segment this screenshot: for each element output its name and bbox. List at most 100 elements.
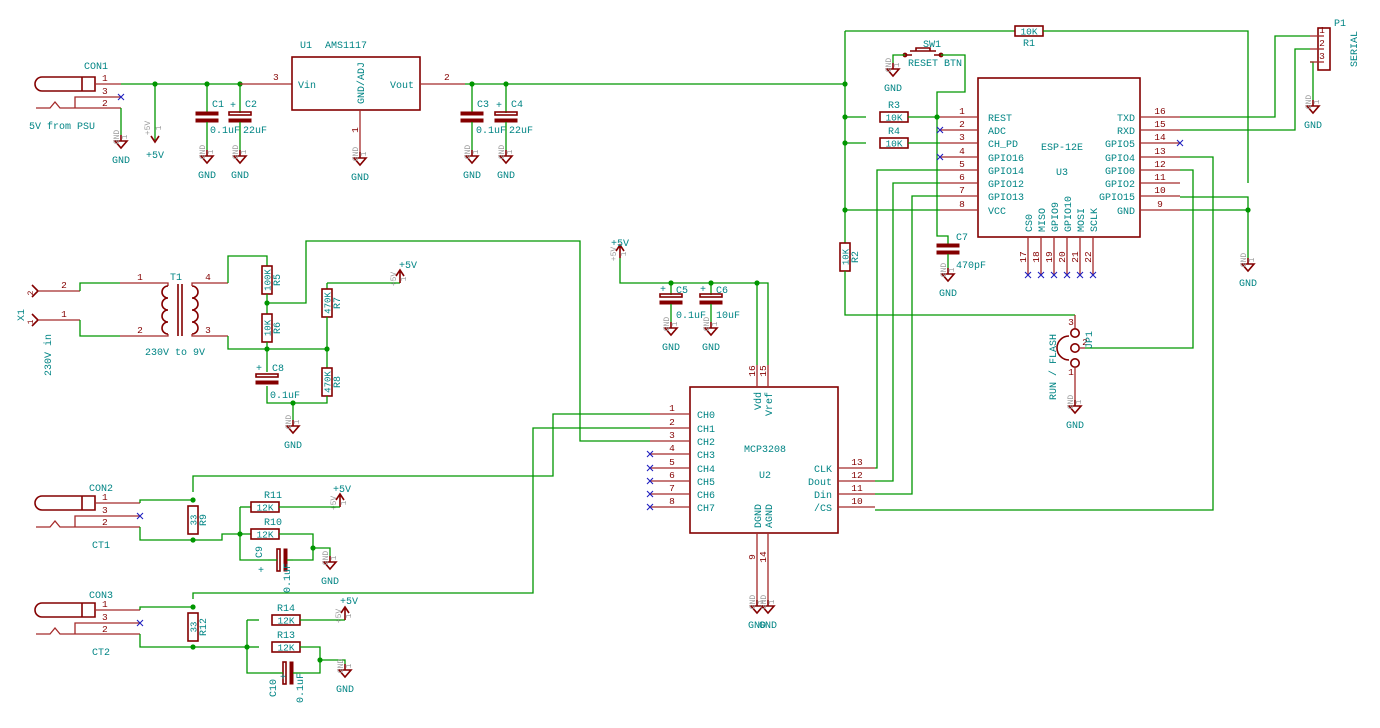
ground-pin-number: 1 xyxy=(293,419,302,424)
label-CON2-value: CT1 xyxy=(92,541,110,552)
label-C3-value: 0.1uF xyxy=(476,126,506,137)
label-U2-top_pins-0-num: 16 xyxy=(747,365,758,377)
label-U2-left_pins-7-num: 8 xyxy=(669,496,675,507)
label-U3-right_pins-6-num: 10 xyxy=(1154,185,1166,196)
wire xyxy=(1180,48,1310,131)
resistor-value: 12K xyxy=(256,503,273,514)
capacitor-plate xyxy=(699,300,723,305)
label-U2-right_pins-3-num: 10 xyxy=(851,496,863,507)
ground-label: GND xyxy=(284,441,302,452)
wire xyxy=(193,533,240,541)
label-U3-bottom_pins-2-name: GPIO9 xyxy=(1051,202,1062,232)
label-U2-bottom_pins-1-num: 14 xyxy=(758,551,769,563)
pin-line xyxy=(74,96,121,108)
pin-line xyxy=(120,282,169,286)
label-U3-right_pins-7-num: 9 xyxy=(1157,199,1163,210)
pin-line xyxy=(191,282,228,286)
resistor-ref: R6 xyxy=(273,322,284,334)
resistor-value: 33 xyxy=(190,515,200,526)
label-U1-ref: U1 xyxy=(300,41,312,52)
label-U1-pin_names-2: Vout xyxy=(390,81,414,92)
label-U2-left_pins-5-name: CH5 xyxy=(697,478,715,489)
label-U3-left_pins-5-num: 6 xyxy=(959,172,965,183)
ground-pin-number: 1 xyxy=(893,62,902,67)
resistor-ref: R13 xyxy=(277,631,295,642)
label-JP1-ref: JP1 xyxy=(1085,331,1096,349)
label-U3-left_pins-2-num: 3 xyxy=(959,132,965,143)
label-CON2-pins-1: 3 xyxy=(102,505,108,516)
label-X1-pins-0: 2 xyxy=(27,290,36,295)
label-U3-right_pins-0-num: 16 xyxy=(1154,106,1166,117)
label-U2-left_pins-0-num: 1 xyxy=(669,403,675,414)
label-C8-polarity: + xyxy=(256,364,262,375)
label-U2-bottom_pins-1-name: AGND xyxy=(765,504,776,528)
label-U3-left_pins-2-name: CH_PD xyxy=(988,140,1018,151)
resistor-ref: R1 xyxy=(1023,39,1035,50)
resistor-value: 470K xyxy=(324,292,334,314)
label-U2-left_pins-3-name: CH3 xyxy=(697,451,715,462)
ground-label: GND xyxy=(112,156,130,167)
wire xyxy=(139,499,193,503)
transformer-primary-coil xyxy=(161,285,169,335)
wire xyxy=(192,413,650,492)
label-U3-bottom_pins-5-num: 22 xyxy=(1083,251,1094,263)
label-U2-right_pins-2-num: 11 xyxy=(851,483,863,494)
power-pin-number: 1 xyxy=(340,500,349,505)
pin-line xyxy=(36,519,140,528)
ground-pin-number: 1 xyxy=(121,134,130,139)
label-C4-polarity: + xyxy=(496,101,502,112)
label-U3-left_pins-0-num: 1 xyxy=(959,106,965,117)
power-pin-number: 1 xyxy=(400,276,409,281)
label-U2-left_pins-4-num: 5 xyxy=(669,457,675,468)
junction-dot xyxy=(1245,207,1251,213)
ground-label: GND xyxy=(759,621,777,632)
junction-dot xyxy=(754,280,760,286)
label-U2-left_pins-3-num: 4 xyxy=(669,443,675,454)
resistor-value: 10K xyxy=(885,139,902,150)
ground-label: GND xyxy=(1239,279,1257,290)
capacitor-plate xyxy=(195,111,219,116)
wire xyxy=(300,646,321,674)
label-U2-left_pins-6-name: CH6 xyxy=(697,491,715,502)
power-label: +5V xyxy=(611,239,629,250)
resistor-ref: R3 xyxy=(888,101,900,112)
label-U3-right_pins-3-name: GPIO4 xyxy=(1105,154,1135,165)
junction-dot xyxy=(264,346,270,352)
label-P1-value: SERIAL xyxy=(1350,31,1361,67)
label-U2-left_pins-6-num: 7 xyxy=(669,483,675,494)
label-C2-polarity: + xyxy=(230,101,236,112)
resistor-value: 10K xyxy=(1020,27,1037,38)
resistor-value: 12K xyxy=(256,530,273,541)
junction-dot xyxy=(190,604,196,610)
capacitor-plate xyxy=(659,300,683,305)
power-pin-number: 1 xyxy=(155,125,164,130)
label-U3-left_pins-3-num: 4 xyxy=(959,146,965,157)
label-U3-left_pins-7-name: VCC xyxy=(988,207,1006,218)
jack-connector-icon xyxy=(34,76,96,92)
label-U3-right_pins-5-name: GPIO2 xyxy=(1105,180,1135,191)
wire xyxy=(227,336,327,350)
ground-pin-number: 1 xyxy=(506,149,515,154)
capacitor-plate xyxy=(936,243,960,248)
label-U3-bottom_pins-3-name: GPIO10 xyxy=(1064,196,1075,232)
ground-pin-number: 1 xyxy=(207,149,216,154)
resistor-value: 10K xyxy=(842,248,852,265)
label-U1-pin_names-1: GND/ADJ xyxy=(356,62,368,104)
resistor-ref: R5 xyxy=(273,274,284,286)
label-C4-ref: C4 xyxy=(511,100,523,111)
label-SW1-ref: SW1 xyxy=(923,40,941,51)
label-C6-value: 10uF xyxy=(716,311,740,322)
label-U2-left_pins-1-name: CH1 xyxy=(697,425,715,436)
ground-pin-number: 1 xyxy=(1313,99,1322,104)
wire xyxy=(1310,61,1314,100)
label-T1-pins-3: 3 xyxy=(205,325,211,336)
label-C5-polarity: + xyxy=(660,285,666,296)
label-U3-right_pins-3-num: 13 xyxy=(1154,146,1166,157)
label-C4-value: 22uF xyxy=(509,126,533,137)
label-U3-right_pins-7-name: GND xyxy=(1117,207,1135,218)
label-C9-polarity: + xyxy=(258,566,264,577)
label-CON1-pins-1: 3 xyxy=(102,86,108,97)
label-U3-right_pins-4-num: 12 xyxy=(1154,159,1166,170)
jack-connector-icon xyxy=(34,602,96,618)
label-U2-left_pins-7-name: CH7 xyxy=(697,504,715,515)
